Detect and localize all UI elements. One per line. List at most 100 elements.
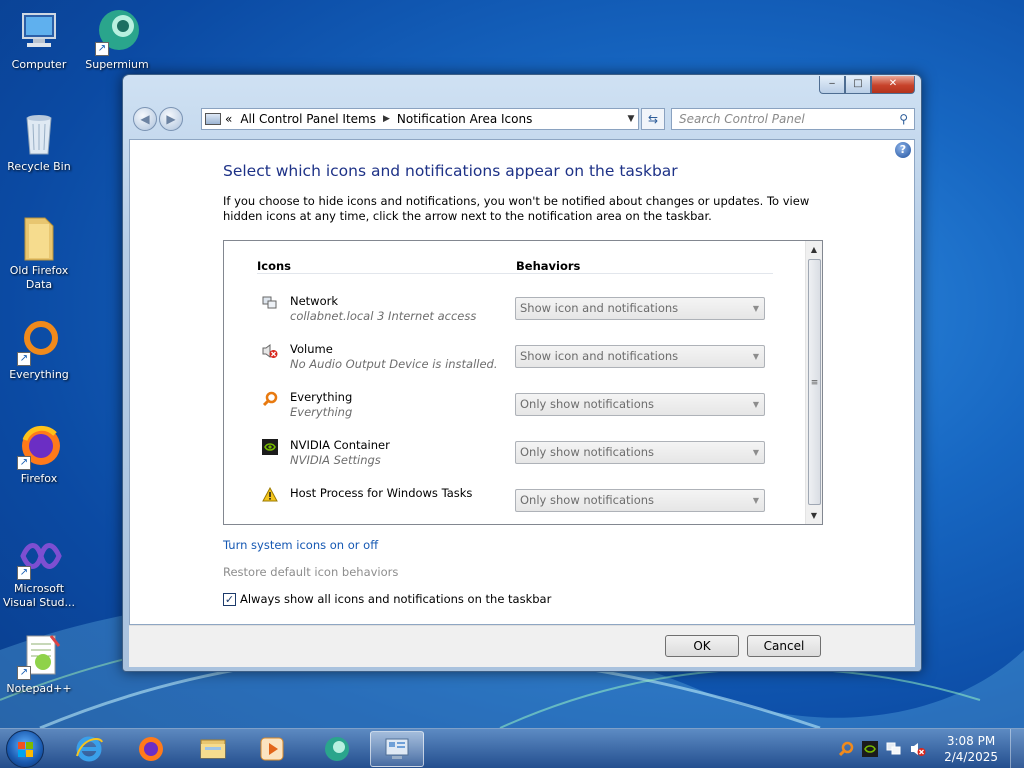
maximize-button[interactable]: □ (845, 76, 871, 94)
network-tray-icon[interactable] (886, 741, 902, 757)
desktop-icon-supermium[interactable]: ↗ Supermium (79, 8, 155, 72)
behavior-select[interactable]: Show icon and notifications ▼ (515, 345, 765, 368)
restore-defaults-link: Restore default icon behaviors (223, 565, 399, 579)
taskbar-file-explorer[interactable] (186, 731, 240, 767)
warning-icon (262, 487, 278, 502)
column-header-behaviors: Behaviors (516, 259, 581, 273)
behavior-select[interactable]: Only show notifications ▼ (515, 489, 765, 512)
always-show-option[interactable]: ✓ Always show all icons and notification… (223, 592, 551, 606)
desktop-icon-label: Microsoft Visual Stud... (2, 582, 76, 609)
list-item-nvidia-container: NVIDIA Container NVIDIA Settings Only sh… (262, 437, 782, 477)
column-header-icons: Icons (257, 259, 292, 273)
control-panel-window: ‒ □ ✕ ◀ ▶ « All Control Panel Items ▶ No… (122, 74, 922, 672)
scroll-down-icon[interactable]: ▼ (806, 507, 822, 524)
shortcut-arrow-icon: ↗ (17, 456, 31, 470)
search-icon[interactable]: ⚲ (899, 109, 908, 129)
desktop-icon-old-firefox-data[interactable]: Old Firefox Data (1, 214, 77, 292)
search-placeholder: Search Control Panel (679, 112, 805, 126)
item-description: collabnet.local 3 Internet access (290, 309, 477, 323)
always-show-label[interactable]: Always show all icons and notifications … (240, 592, 551, 606)
desktop-icon-label: Old Firefox Data (9, 264, 69, 291)
list-item-volume: Volume No Audio Output Device is install… (262, 341, 782, 381)
minimize-button[interactable]: ‒ (819, 76, 845, 94)
firefox-icon: ↗ (15, 422, 63, 470)
show-desktop-button[interactable] (1010, 729, 1024, 768)
desktop-icon-notepadpp[interactable]: ↗ Notepad++ (1, 632, 77, 696)
always-show-checkbox[interactable]: ✓ (223, 592, 236, 606)
turn-system-icons-link[interactable]: Turn system icons on or off (223, 538, 378, 552)
desktop-icon-visual-studio[interactable]: ↗ Microsoft Visual Stud... (1, 532, 77, 610)
behavior-value: Show icon and notifications (520, 301, 679, 315)
taskbar-clock[interactable]: 3:08 PM 2/4/2025 (944, 733, 998, 765)
breadcrumb-separator-icon[interactable]: ▶ (383, 114, 390, 124)
desktop-icon-label: Firefox (20, 472, 58, 485)
desktop-icon-label: Recycle Bin (7, 160, 71, 173)
item-name: Volume (290, 342, 333, 356)
chevron-down-icon: ▼ (752, 448, 759, 457)
system-tray: 3:08 PM 2/4/2025 (824, 729, 1024, 768)
back-arrow-icon: ◀ (140, 112, 150, 126)
refresh-button[interactable]: ⇆ (641, 108, 665, 130)
page-title: Select which icons and notifications app… (223, 162, 678, 180)
back-button[interactable]: ◀ (133, 107, 157, 131)
desktop-icon-label: Notepad++ (6, 682, 72, 695)
behavior-value: Only show notifications (520, 397, 655, 411)
chevron-down-icon: ▼ (752, 304, 759, 313)
nvidia-tray-icon[interactable] (862, 741, 878, 757)
everything-tray-icon[interactable] (838, 741, 854, 757)
breadcrumb-prefix[interactable]: « (225, 112, 232, 126)
behavior-select[interactable]: Only show notifications ▼ (515, 441, 765, 464)
behavior-select[interactable]: Only show notifications ▼ (515, 393, 765, 416)
desktop-icon-computer[interactable]: Computer (1, 8, 77, 72)
desktop-icon-label: Computer (11, 58, 67, 71)
taskbar-control-panel[interactable] (370, 731, 424, 767)
internet-explorer-icon (76, 736, 103, 762)
taskbar-media-player[interactable] (245, 731, 299, 767)
behavior-value: Show icon and notifications (520, 349, 679, 363)
nvidia-icon (262, 439, 278, 455)
behavior-value: Only show notifications (520, 493, 655, 507)
desktop-icon-label: Everything (9, 368, 69, 381)
dialog-footer: OK Cancel (129, 625, 915, 667)
address-bar[interactable]: « All Control Panel Items ▶ Notification… (201, 108, 639, 130)
item-description: NVIDIA Settings (290, 453, 381, 467)
volume-muted-icon (262, 344, 278, 358)
refresh-icon: ⇆ (647, 112, 659, 126)
chevron-down-icon: ▼ (752, 400, 759, 409)
breadcrumb-notification-area-icons[interactable]: Notification Area Icons (397, 112, 532, 126)
media-player-icon (260, 737, 284, 761)
supermium-icon (325, 737, 349, 761)
taskbar-firefox[interactable] (124, 731, 178, 767)
close-button[interactable]: ✕ (871, 76, 915, 94)
desktop-icon-firefox[interactable]: ↗ Firefox (1, 422, 77, 486)
chevron-down-icon: ▼ (752, 496, 759, 505)
behavior-select[interactable]: Show icon and notifications ▼ (515, 297, 765, 320)
desktop-icon-recycle-bin[interactable]: Recycle Bin (1, 110, 77, 174)
scroll-up-icon[interactable]: ▲ (806, 241, 822, 258)
search-input[interactable]: Search Control Panel ⚲ (671, 108, 915, 130)
folder-icon (15, 214, 63, 262)
forward-arrow-icon: ▶ (166, 112, 176, 126)
clock-time: 3:08 PM (946, 734, 996, 748)
taskbar-internet-explorer[interactable] (62, 731, 116, 767)
scroll-thumb[interactable]: ≡ (808, 259, 821, 505)
help-icon[interactable]: ? (895, 142, 911, 158)
ok-button[interactable]: OK (665, 635, 739, 657)
address-dropdown-icon[interactable]: ▼ (624, 114, 638, 124)
desktop-icon-everything[interactable]: ↗ Everything (1, 318, 77, 382)
start-button[interactable] (6, 730, 44, 768)
cancel-button[interactable]: Cancel (747, 635, 821, 657)
vertical-scrollbar[interactable]: ▲ ≡ ▼ (805, 241, 822, 524)
taskbar-supermium[interactable] (310, 731, 364, 767)
everything-icon: ↗ (15, 318, 63, 366)
breadcrumb-all-control-panel-items[interactable]: All Control Panel Items (240, 112, 376, 126)
control-panel-small-icon (205, 113, 221, 125)
shortcut-arrow-icon: ↗ (17, 666, 31, 680)
volume-muted-tray-icon[interactable] (910, 741, 926, 757)
content-pane: ? Select which icons and notifications a… (129, 139, 915, 625)
file-explorer-icon (200, 739, 226, 759)
windows-logo-icon (18, 742, 34, 758)
item-name: NVIDIA Container (290, 438, 390, 452)
forward-button[interactable]: ▶ (159, 107, 183, 131)
chevron-down-icon: ▼ (752, 352, 759, 361)
